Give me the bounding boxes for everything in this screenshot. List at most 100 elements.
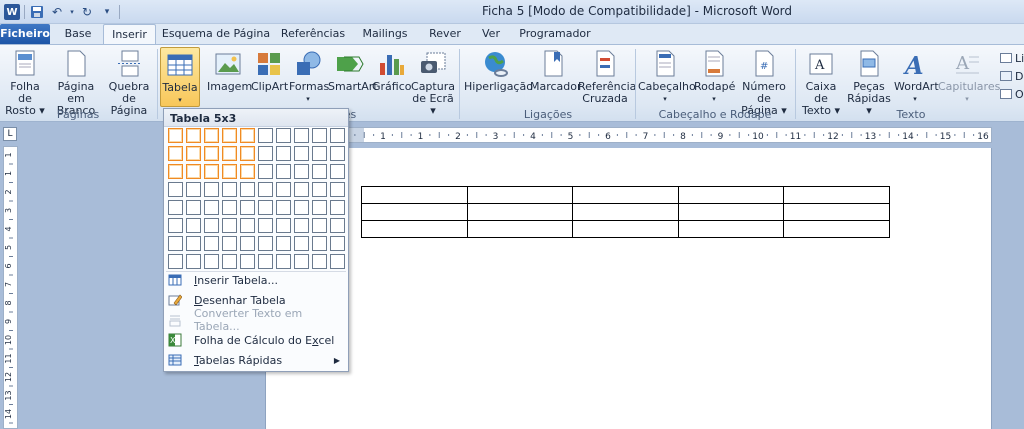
table-grid-cell[interactable] bbox=[222, 200, 237, 215]
table-grid-cell[interactable] bbox=[330, 164, 345, 179]
table-grid-cell[interactable] bbox=[168, 164, 183, 179]
table-grid-cell[interactable] bbox=[168, 218, 183, 233]
tab-programador[interactable]: Programador bbox=[514, 24, 596, 44]
table-grid-cell[interactable] bbox=[330, 200, 345, 215]
table-grid-cell[interactable] bbox=[294, 236, 309, 251]
capitulares-button[interactable]: A Capitulares ▾ bbox=[938, 47, 1000, 107]
table-grid-cell[interactable] bbox=[294, 128, 309, 143]
table-grid-cell[interactable] bbox=[330, 128, 345, 143]
caixa-de-texto-button[interactable]: A Caixa de Texto ▾ bbox=[798, 47, 844, 117]
table-grid-cell[interactable] bbox=[240, 236, 255, 251]
table-grid-cell[interactable] bbox=[294, 182, 309, 197]
tabela-button[interactable]: Tabela ▾ bbox=[160, 47, 200, 107]
table-grid-cell[interactable] bbox=[222, 254, 237, 269]
table-cell[interactable] bbox=[572, 203, 679, 221]
tab-mailings[interactable]: Mailings bbox=[354, 24, 416, 44]
table-grid-cell[interactable] bbox=[294, 200, 309, 215]
clipart-button[interactable]: ClipArt bbox=[251, 47, 288, 107]
table-cell[interactable] bbox=[361, 186, 468, 204]
table-grid-cell[interactable] bbox=[186, 146, 201, 161]
table-grid-cell[interactable] bbox=[204, 128, 219, 143]
table-grid-cell[interactable] bbox=[312, 200, 327, 215]
table-grid-cell[interactable] bbox=[204, 146, 219, 161]
table-grid-cell[interactable] bbox=[240, 254, 255, 269]
table-grid-cell[interactable] bbox=[204, 200, 219, 215]
tab-base[interactable]: Base bbox=[55, 24, 101, 44]
table-grid-cell[interactable] bbox=[312, 146, 327, 161]
table-grid-cell[interactable] bbox=[312, 236, 327, 251]
table-grid-cell[interactable] bbox=[186, 236, 201, 251]
table-grid-cell[interactable] bbox=[240, 200, 255, 215]
table-grid-cell[interactable] bbox=[258, 254, 273, 269]
imagem-button[interactable]: Imagem bbox=[207, 47, 252, 107]
table-grid-cell[interactable] bbox=[276, 128, 291, 143]
table-grid-cell[interactable] bbox=[204, 254, 219, 269]
table-grid-cell[interactable] bbox=[240, 128, 255, 143]
table-grid-cell[interactable] bbox=[312, 164, 327, 179]
tab-rever[interactable]: Rever bbox=[420, 24, 470, 44]
table-grid-cell[interactable] bbox=[312, 254, 327, 269]
rodape-button[interactable]: Rodapé ▾ bbox=[694, 47, 735, 107]
table-grid-cell[interactable] bbox=[312, 182, 327, 197]
table-grid-cell[interactable] bbox=[258, 128, 273, 143]
table-grid-cell[interactable] bbox=[276, 218, 291, 233]
table-grid-cell[interactable] bbox=[276, 164, 291, 179]
table-grid-cell[interactable] bbox=[294, 146, 309, 161]
table-grid-cell[interactable] bbox=[240, 218, 255, 233]
marcador-button[interactable]: Marcador bbox=[530, 47, 582, 107]
horizontal-ruler[interactable]: 1211234567891011121314151617 bbox=[265, 127, 1024, 143]
document-table[interactable] bbox=[361, 186, 890, 238]
table-grid-cell[interactable] bbox=[258, 200, 273, 215]
table-grid-cell[interactable] bbox=[276, 200, 291, 215]
table-grid-cell[interactable] bbox=[258, 218, 273, 233]
quebra-de-pagina-button[interactable]: Quebra de Página bbox=[104, 47, 154, 117]
table-grid-cell[interactable] bbox=[240, 164, 255, 179]
tab-esquema-pagina[interactable]: Esquema de Página bbox=[160, 24, 272, 44]
table-grid-cell[interactable] bbox=[294, 218, 309, 233]
vertical-ruler[interactable]: 1123456789101112131415 bbox=[3, 146, 18, 429]
table-grid-cell[interactable] bbox=[186, 200, 201, 215]
table-grid-cell[interactable] bbox=[276, 254, 291, 269]
table-cell[interactable] bbox=[361, 220, 468, 238]
tab-selector[interactable]: L bbox=[3, 127, 17, 141]
table-grid-cell[interactable] bbox=[276, 236, 291, 251]
pecas-rapidas-button[interactable]: Peças Rápidas ▾ bbox=[846, 47, 892, 117]
folha-de-calculo-excel-item[interactable]: X Folha de Cálculo do Excel bbox=[164, 330, 348, 350]
table-grid-cell[interactable] bbox=[222, 146, 237, 161]
table-grid-cell[interactable] bbox=[276, 182, 291, 197]
table-grid-cell[interactable] bbox=[222, 164, 237, 179]
table-grid-cell[interactable] bbox=[258, 236, 273, 251]
table-grid-cell[interactable] bbox=[222, 128, 237, 143]
table-grid-cell[interactable] bbox=[168, 146, 183, 161]
table-grid-cell[interactable] bbox=[330, 182, 345, 197]
table-grid-cell[interactable] bbox=[186, 218, 201, 233]
table-cell[interactable] bbox=[466, 186, 574, 204]
table-grid-cell[interactable] bbox=[168, 236, 183, 251]
table-cell[interactable] bbox=[361, 203, 468, 221]
tab-ficheiro[interactable]: Ficheiro bbox=[0, 24, 50, 44]
table-grid-cell[interactable] bbox=[204, 218, 219, 233]
table-cell[interactable] bbox=[677, 220, 785, 238]
formas-button[interactable]: Formas ▾ bbox=[289, 47, 329, 107]
signature-line-button[interactable]: Li bbox=[1000, 51, 1024, 65]
pagina-em-branco-button[interactable]: Página em Branco bbox=[50, 47, 102, 117]
table-grid-cell[interactable] bbox=[168, 254, 183, 269]
table-grid-cell[interactable] bbox=[330, 236, 345, 251]
smartart-button[interactable]: SmartArt bbox=[328, 47, 378, 107]
table-grid-cell[interactable] bbox=[186, 164, 201, 179]
cabecalho-button[interactable]: Cabeçalho ▾ bbox=[638, 47, 696, 107]
table-grid-cell[interactable] bbox=[168, 128, 183, 143]
table-cell[interactable] bbox=[783, 203, 890, 221]
table-grid-cell[interactable] bbox=[330, 218, 345, 233]
table-grid-cell[interactable] bbox=[330, 146, 345, 161]
table-grid-cell[interactable] bbox=[330, 254, 345, 269]
table-grid-cell[interactable] bbox=[222, 182, 237, 197]
table-grid-cell[interactable] bbox=[312, 218, 327, 233]
referencia-cruzada-button[interactable]: Referência Cruzada bbox=[578, 47, 636, 107]
table-grid-picker[interactable] bbox=[168, 128, 345, 269]
inserir-tabela-item[interactable]: Inserir Tabela... bbox=[164, 270, 348, 290]
table-grid-cell[interactable] bbox=[240, 182, 255, 197]
table-grid-cell[interactable] bbox=[294, 254, 309, 269]
table-grid-cell[interactable] bbox=[168, 200, 183, 215]
date-time-button[interactable]: D bbox=[1000, 69, 1023, 83]
